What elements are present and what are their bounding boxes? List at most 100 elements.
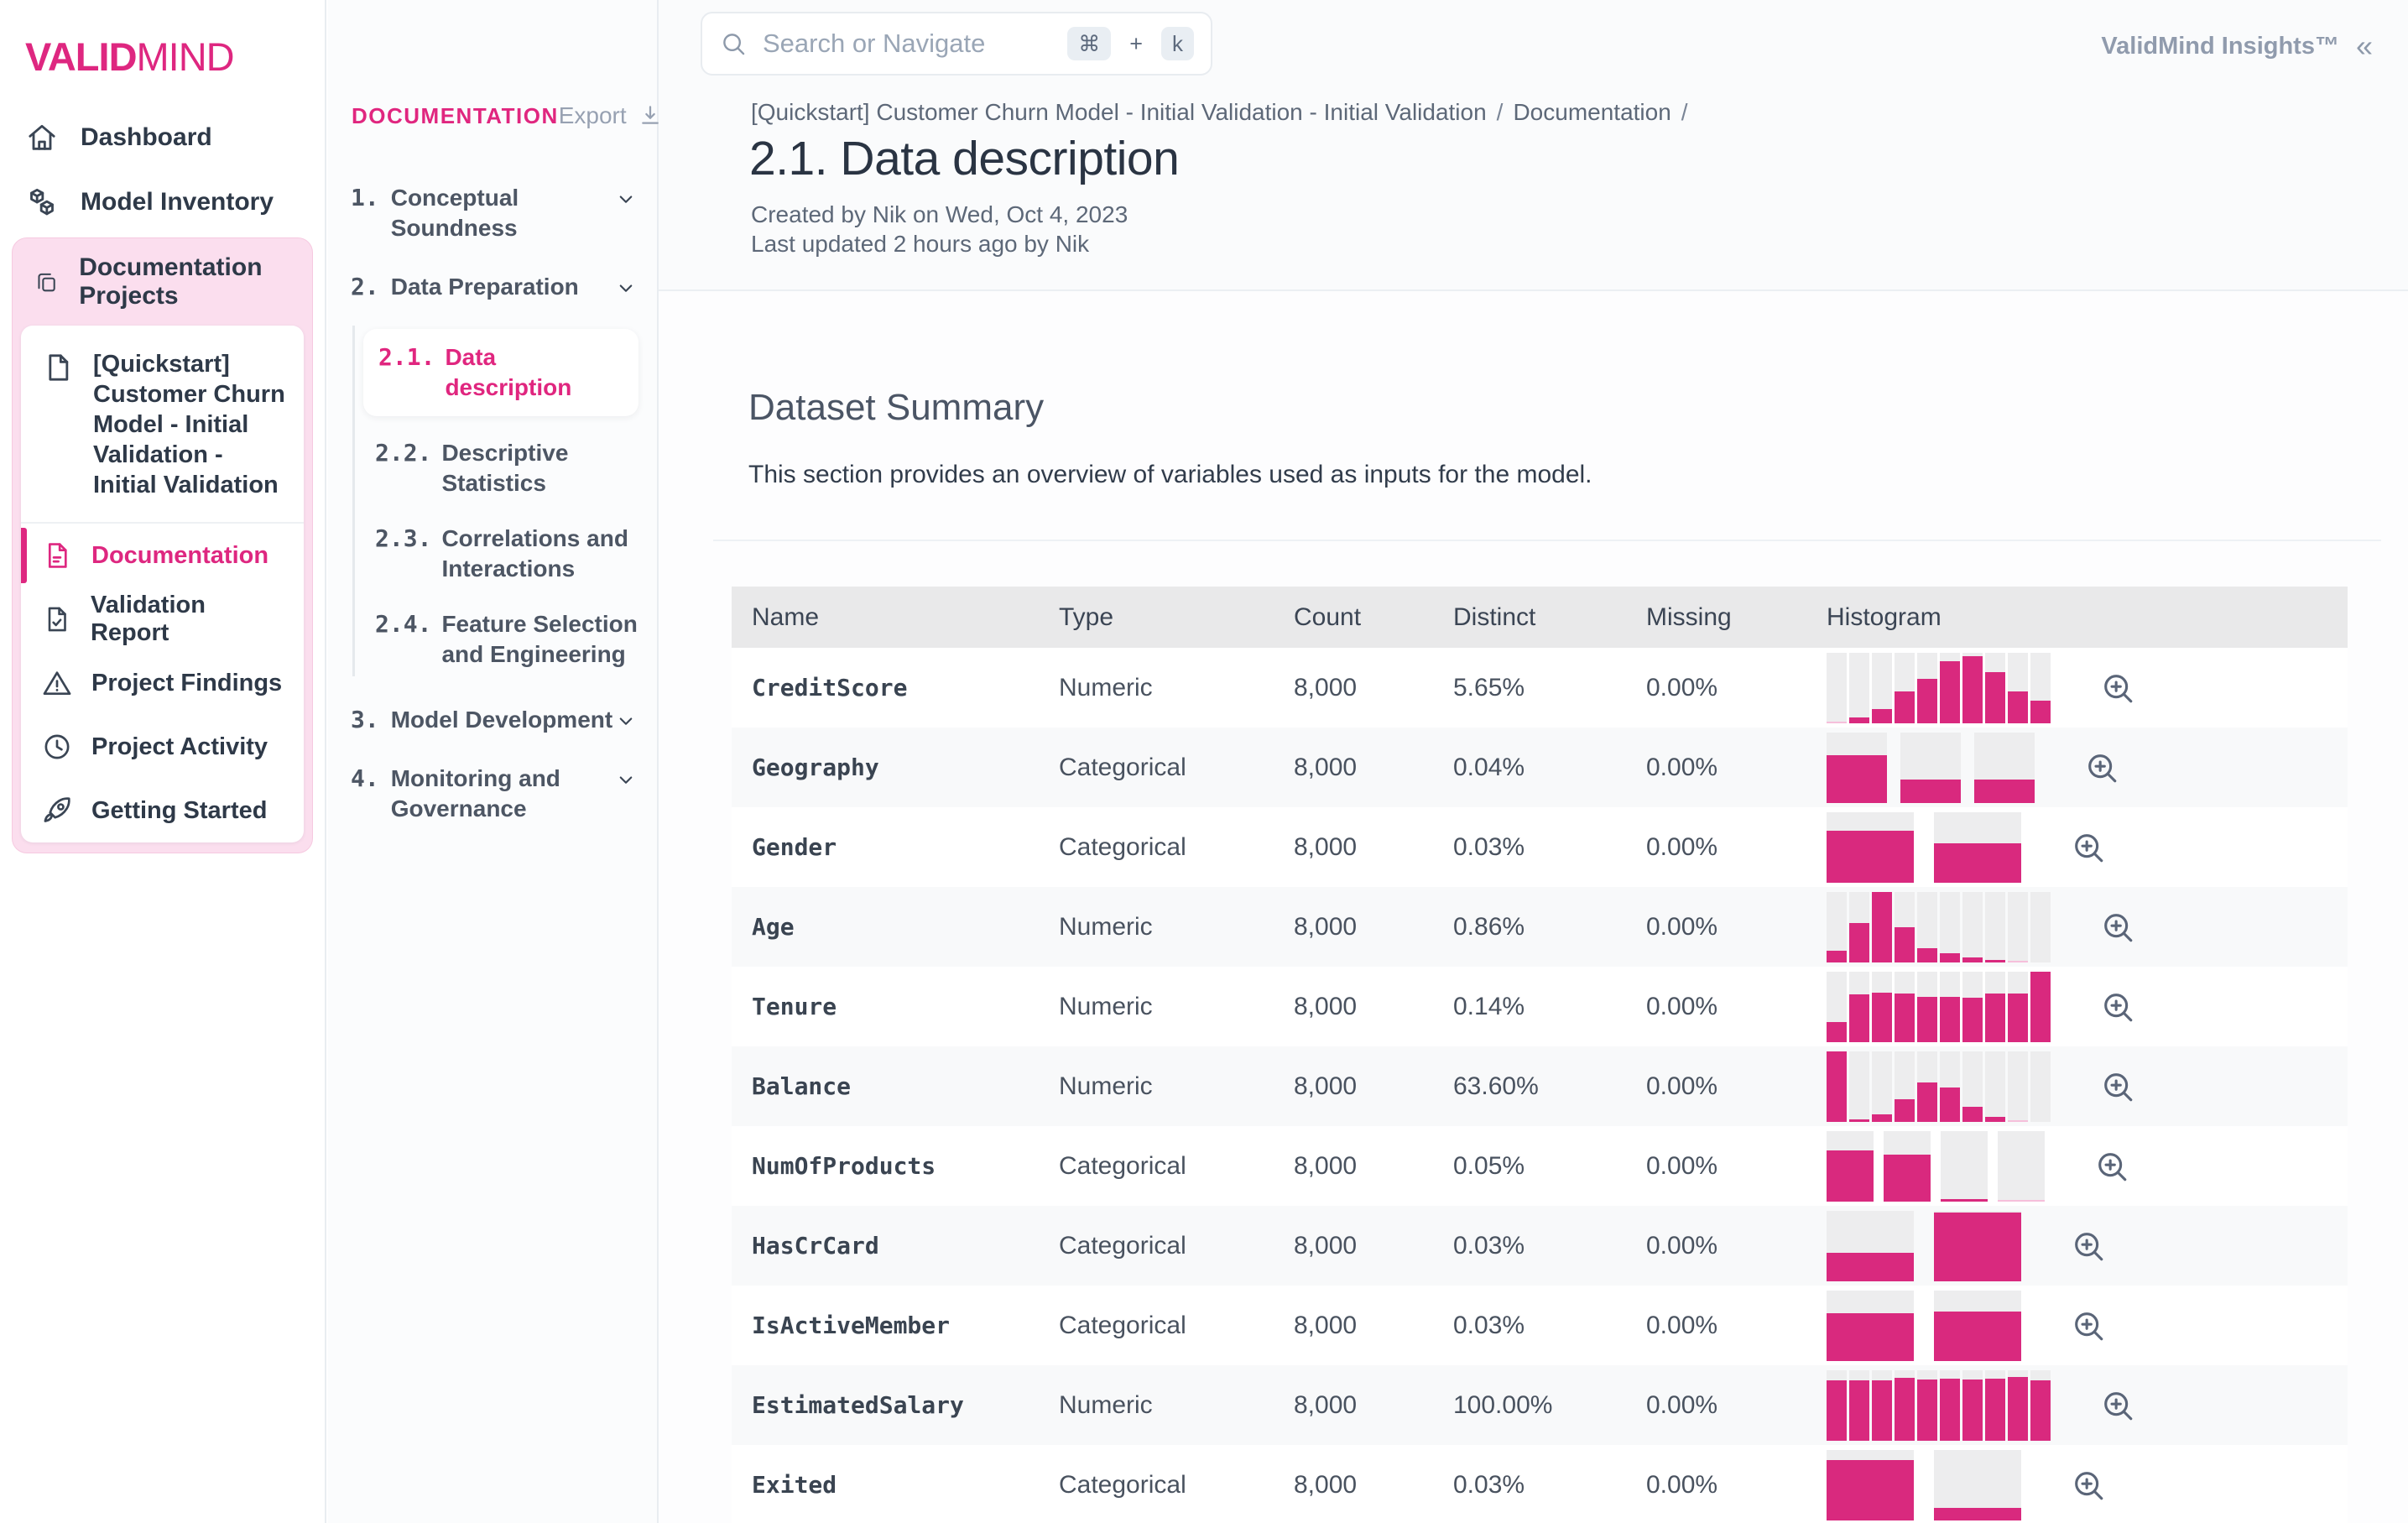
cell-missing: 0.00%	[1646, 993, 1827, 1021]
zoom-in-icon[interactable]	[2099, 988, 2136, 1025]
histogram-bar	[1827, 1460, 1914, 1520]
histogram-bar	[2008, 1120, 2028, 1122]
sidebar-item-documentation-projects[interactable]: Documentation Projects	[21, 238, 304, 326]
zoom-in-icon[interactable]	[2099, 1068, 2136, 1105]
zoom-in-icon[interactable]	[2070, 1307, 2107, 1344]
histogram-bar	[1985, 672, 2005, 722]
cell-histogram	[1827, 1131, 2348, 1202]
histogram-slot	[1985, 892, 2005, 962]
cell-histogram	[1827, 653, 2348, 723]
histogram-bar	[1998, 1200, 2045, 1202]
zoom-in-icon[interactable]	[2070, 1228, 2107, 1265]
tree-section-conceptual-soundness[interactable]: 1.Conceptual Soundness	[351, 183, 638, 243]
section-description: This section provides an overview of var…	[748, 461, 2408, 489]
sidebar-item-model-inventory[interactable]: Model Inventory	[0, 170, 325, 234]
histogram-bar	[2008, 1377, 2028, 1441]
column-header-type: Type	[1059, 603, 1294, 632]
histogram	[1827, 892, 2051, 962]
histogram-bar	[1827, 1051, 1847, 1122]
collapse-sidebar-icon[interactable]: «	[2356, 29, 2373, 64]
project-model-item[interactable]: [Quickstart] Customer Churn Model - Init…	[21, 326, 304, 524]
histogram-slot	[1985, 653, 2005, 723]
chevron-down-icon[interactable]	[613, 767, 638, 792]
zoom-in-icon[interactable]	[2093, 1148, 2130, 1185]
histogram-slot	[1962, 653, 1983, 723]
tree-section-label: Data Preparation	[391, 272, 579, 302]
cell-missing: 0.00%	[1646, 1072, 1827, 1101]
sidebar-item-project-findings[interactable]: Project Findings	[21, 651, 304, 715]
histogram-slot	[1917, 972, 1937, 1042]
histogram-slot	[1895, 653, 1915, 723]
table-header-row: Name Type Count Distinct Missing Histogr…	[732, 587, 2348, 648]
histogram-slot	[1962, 972, 1983, 1042]
histogram-slot	[1962, 892, 1983, 962]
histogram-bar	[2008, 691, 2028, 723]
zoom-in-icon[interactable]	[2099, 670, 2136, 707]
tree-item-data-description[interactable]: 2.1.Data description	[363, 329, 638, 416]
table-row: GeographyCategorical8,0000.04%0.00%	[732, 728, 2348, 807]
tree-section-monitoring-governance[interactable]: 4.Monitoring and Governance	[351, 764, 638, 824]
zoom-in-icon[interactable]	[2070, 829, 2107, 866]
app-window: VALIDMIND Dashboard Model Inventory Docu…	[0, 0, 2408, 1523]
histogram-slot	[1849, 972, 1869, 1042]
cell-name: Age	[732, 913, 1059, 941]
search-input[interactable]	[763, 29, 1052, 59]
cell-name: Tenure	[732, 993, 1059, 1020]
zoom-in-icon[interactable]	[2083, 749, 2120, 786]
tree-item-feature-selection[interactable]: 2.4.Feature Selection and Engineering	[355, 609, 638, 670]
tree-item-descriptive-statistics[interactable]: 2.2.Descriptive Statistics	[355, 438, 638, 498]
table-body: CreditScoreNumeric8,0005.65%0.00%Geograp…	[732, 648, 2348, 1523]
histogram-slot	[1917, 1051, 1937, 1122]
table-row: IsActiveMemberCategorical8,0000.03%0.00%	[732, 1286, 2348, 1365]
sidebar-item-documentation[interactable]: Documentation	[21, 524, 304, 587]
content-area: Dataset Summary This section provides an…	[659, 293, 2408, 1523]
cell-distinct: 0.14%	[1453, 993, 1646, 1021]
histogram-slot	[1872, 972, 1892, 1042]
chevron-down-icon[interactable]	[613, 708, 638, 733]
histogram-slot	[1872, 1370, 1892, 1441]
histogram-slot	[1895, 1051, 1915, 1122]
primary-nav: Dashboard Model Inventory	[0, 105, 325, 234]
search-bar[interactable]: ⌘ + k	[701, 12, 1212, 76]
file-lines-icon	[41, 540, 73, 571]
sidebar-item-getting-started[interactable]: Getting Started	[21, 779, 304, 842]
breadcrumb-documentation[interactable]: Documentation	[1513, 99, 1670, 125]
cell-name: Balance	[732, 1072, 1059, 1100]
logo-text-light: MIND	[137, 34, 234, 79]
sidebar-item-validation-report[interactable]: Validation Report	[21, 587, 304, 651]
sidebar-item-dashboard[interactable]: Dashboard	[0, 105, 325, 170]
histogram-bar	[1872, 1380, 1892, 1440]
sidebar-item-project-activity[interactable]: Project Activity	[21, 715, 304, 779]
histogram-bar	[1962, 656, 1983, 723]
histogram-slot	[2030, 892, 2051, 962]
breadcrumb-project[interactable]: [Quickstart] Customer Churn Model - Init…	[751, 99, 1487, 125]
histogram-bar	[1974, 780, 2035, 803]
histogram-slot	[2008, 653, 2028, 723]
tree-section-data-preparation[interactable]: 2.Data Preparation	[351, 272, 638, 302]
tree-item-correlations-interactions[interactable]: 2.3.Correlations and Interactions	[355, 524, 638, 584]
histogram-bar	[1962, 957, 1983, 962]
export-button[interactable]: Export	[559, 102, 664, 129]
zoom-in-icon[interactable]	[2099, 1387, 2136, 1424]
chevron-down-icon[interactable]	[613, 275, 638, 300]
histogram-bar	[1962, 1380, 1983, 1440]
zoom-in-icon[interactable]	[2099, 909, 2136, 946]
histogram-slot	[2030, 1051, 2051, 1122]
tree-section-model-development[interactable]: 3.Model Development	[351, 705, 638, 735]
zoom-in-icon[interactable]	[2070, 1467, 2107, 1504]
cell-count: 8,000	[1294, 913, 1453, 941]
histogram	[1827, 1291, 2021, 1361]
cubes-icon	[25, 185, 59, 219]
tree-item-label: Feature Selection and Engineering	[441, 609, 638, 670]
cell-missing: 0.00%	[1646, 1152, 1827, 1181]
histogram-slot	[1940, 653, 1960, 723]
cell-histogram	[1827, 972, 2348, 1042]
cell-histogram	[1827, 733, 2348, 803]
chevron-down-icon[interactable]	[613, 186, 638, 211]
histogram-bar	[1940, 953, 1960, 962]
rocket-icon	[41, 795, 73, 827]
histogram-slot	[1941, 1131, 1988, 1202]
histogram-slot	[1849, 1051, 1869, 1122]
cell-type: Numeric	[1059, 993, 1294, 1021]
cell-distinct: 0.04%	[1453, 754, 1646, 782]
